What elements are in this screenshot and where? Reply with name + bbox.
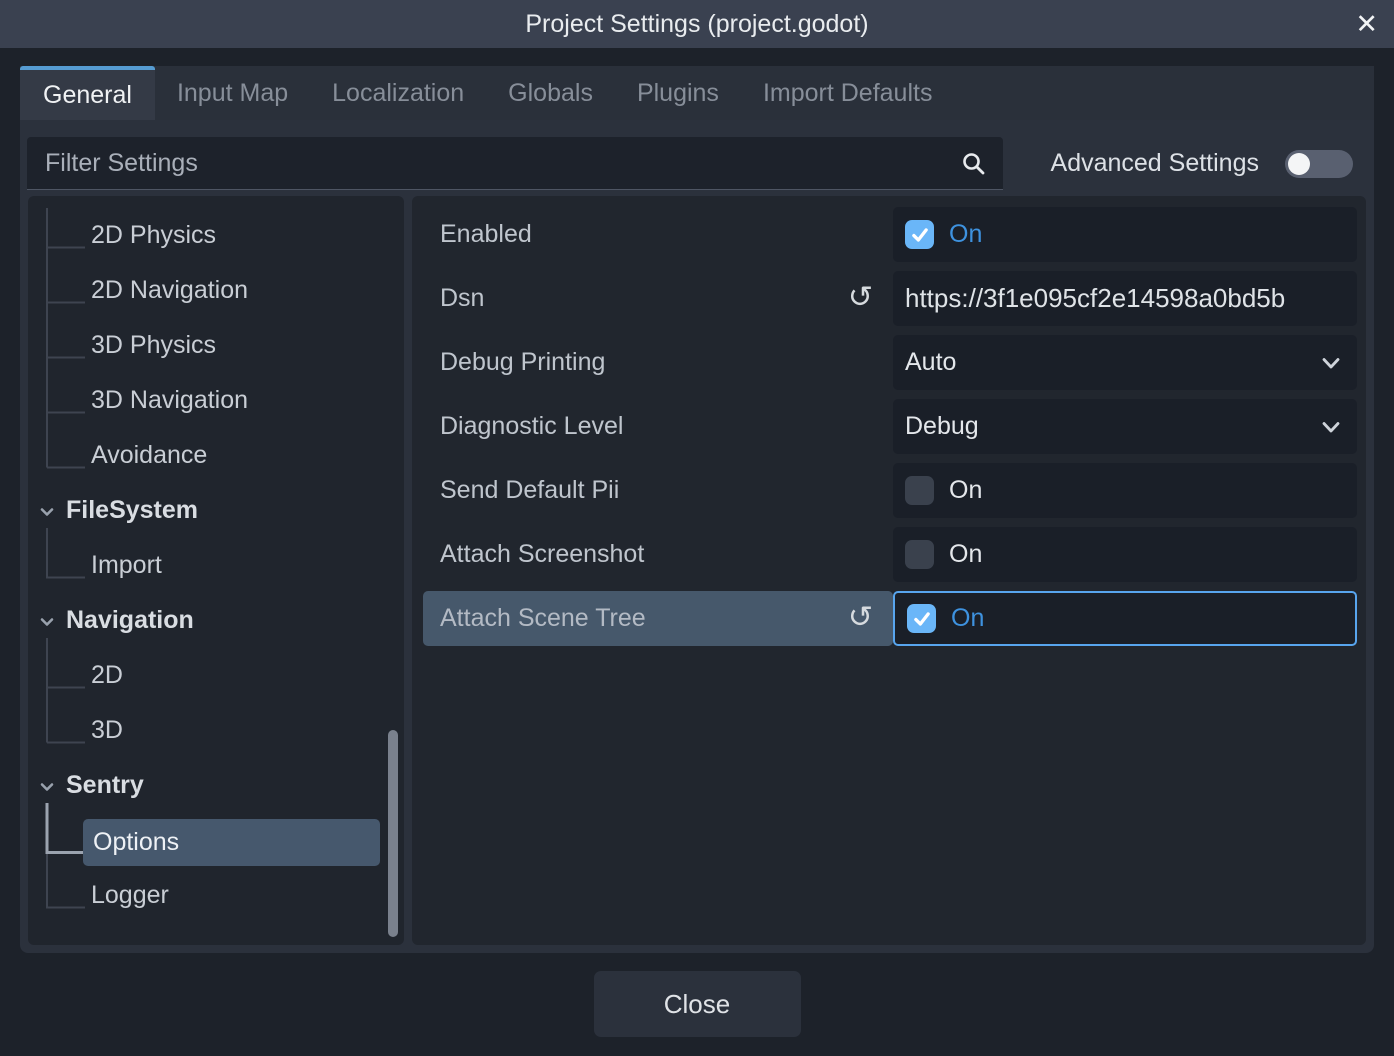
sidebar-section-sentry[interactable]: Sentry [28, 771, 144, 800]
filter-row: Advanced Settings [27, 137, 1367, 190]
tab-bar: General Input Map Localization Globals P… [20, 66, 1374, 120]
property-label: Send Default Pii [440, 476, 619, 505]
sidebar-item-3d-physics[interactable]: 3D Physics [28, 331, 216, 360]
property-label-cell-highlighted[interactable]: Attach Scene Tree ↺ [423, 591, 893, 646]
revert-icon[interactable]: ↺ [848, 600, 873, 635]
chevron-down-icon [1321, 348, 1341, 377]
tab-general[interactable]: General [20, 66, 155, 120]
revert-icon[interactable]: ↺ [848, 280, 873, 315]
sidebar-item-avoidance[interactable]: Avoidance [28, 441, 207, 470]
window-close-icon[interactable]: ✕ [1355, 0, 1378, 48]
attach-screenshot-value-cell[interactable]: On [893, 527, 1357, 582]
tab-globals[interactable]: Globals [486, 66, 615, 120]
chevron-down-icon [39, 771, 55, 800]
dialog-footer: Close [0, 953, 1394, 1056]
property-row-debug-printing: Debug Printing Auto [412, 335, 1366, 390]
checkbox-state-label: On [949, 476, 982, 505]
dsn-text-field[interactable]: https://3f1e095cf2e14598a0bd5b [893, 271, 1357, 326]
checkbox-checked-icon[interactable] [907, 604, 936, 633]
sidebar-item-2d-navigation[interactable]: 2D Navigation [28, 276, 248, 305]
property-label-cell: Send Default Pii [412, 463, 893, 518]
chevron-down-icon [39, 606, 55, 635]
diagnostic-level-dropdown[interactable]: Debug [893, 399, 1357, 454]
window-titlebar: Project Settings (project.godot) ✕ [0, 0, 1394, 48]
sidebar-section-navigation[interactable]: Navigation [28, 606, 194, 635]
tab-import-defaults[interactable]: Import Defaults [741, 66, 955, 120]
property-label-cell: Diagnostic Level [412, 399, 893, 454]
tab-input-map[interactable]: Input Map [155, 66, 310, 120]
checkbox-checked-icon[interactable] [905, 220, 934, 249]
property-row-enabled: Enabled On [412, 207, 1366, 262]
dsn-value: https://3f1e095cf2e14598a0bd5b [905, 283, 1285, 314]
property-label-cell: Dsn ↺ [412, 271, 893, 326]
window-title: Project Settings (project.godot) [525, 10, 868, 39]
advanced-settings-toggle[interactable] [1285, 150, 1353, 178]
close-button[interactable]: Close [594, 971, 801, 1037]
property-label-cell: Attach Screenshot [412, 527, 893, 582]
sidebar-item-2d-physics[interactable]: 2D Physics [28, 221, 216, 250]
debug-printing-dropdown[interactable]: Auto [893, 335, 1357, 390]
chevron-down-icon [1321, 412, 1341, 441]
checkbox-unchecked-icon[interactable] [905, 540, 934, 569]
sidebar-item-logger[interactable]: Logger [28, 881, 169, 910]
checkbox-unchecked-icon[interactable] [905, 476, 934, 505]
property-row-send-default-pii: Send Default Pii On [412, 463, 1366, 518]
checkbox-state-label: On [949, 220, 982, 249]
filter-settings-input[interactable] [27, 137, 1003, 190]
tree-scrollbar-thumb[interactable] [388, 730, 398, 937]
advanced-settings-label: Advanced Settings [1051, 149, 1259, 178]
search-icon [961, 151, 987, 182]
property-inspector: Enabled On Dsn ↺ https://3f1e095cf2e1459… [412, 196, 1366, 945]
dropdown-value: Auto [905, 348, 956, 377]
sidebar-item-3d-navigation[interactable]: 3D Navigation [28, 386, 248, 415]
settings-tree: 2D Physics 2D Navigation 3D Physics 3D N… [28, 196, 404, 945]
property-label: Enabled [440, 220, 532, 249]
project-settings-dialog: Project Settings (project.godot) ✕ Gener… [0, 0, 1394, 1056]
property-label: Diagnostic Level [440, 412, 623, 441]
property-row-dsn: Dsn ↺ https://3f1e095cf2e14598a0bd5b [412, 271, 1366, 326]
chevron-down-icon [39, 496, 55, 525]
checkbox-state-label: On [949, 540, 982, 569]
property-row-attach-screenshot: Attach Screenshot On [412, 527, 1366, 582]
tab-localization[interactable]: Localization [310, 66, 486, 120]
property-label-cell: Debug Printing [412, 335, 893, 390]
property-label-cell: Enabled [412, 207, 893, 262]
settings-panel: General Input Map Localization Globals P… [20, 66, 1374, 953]
property-label: Debug Printing [440, 348, 605, 377]
property-label: Attach Screenshot [440, 540, 644, 569]
property-row-diagnostic-level: Diagnostic Level Debug [412, 399, 1366, 454]
sidebar-item-options-selected[interactable]: Options [83, 819, 380, 866]
property-label: Dsn [440, 284, 484, 313]
send-default-pii-value-cell[interactable]: On [893, 463, 1357, 518]
checkbox-state-label: On [951, 604, 984, 633]
property-row-attach-scene-tree: Attach Scene Tree ↺ On [412, 591, 1366, 646]
tab-plugins[interactable]: Plugins [615, 66, 741, 120]
sidebar-section-filesystem[interactable]: FileSystem [28, 496, 198, 525]
sidebar-item-nav-3d[interactable]: 3D [28, 716, 123, 745]
property-label: Attach Scene Tree [440, 604, 646, 633]
sidebar-item-import[interactable]: Import [28, 551, 162, 580]
sidebar-item-nav-2d[interactable]: 2D [28, 661, 123, 690]
enabled-value-cell[interactable]: On [893, 207, 1357, 262]
attach-scene-tree-value-cell-focused[interactable]: On [893, 591, 1357, 646]
toggle-knob [1288, 153, 1310, 175]
dropdown-value: Debug [905, 412, 979, 441]
